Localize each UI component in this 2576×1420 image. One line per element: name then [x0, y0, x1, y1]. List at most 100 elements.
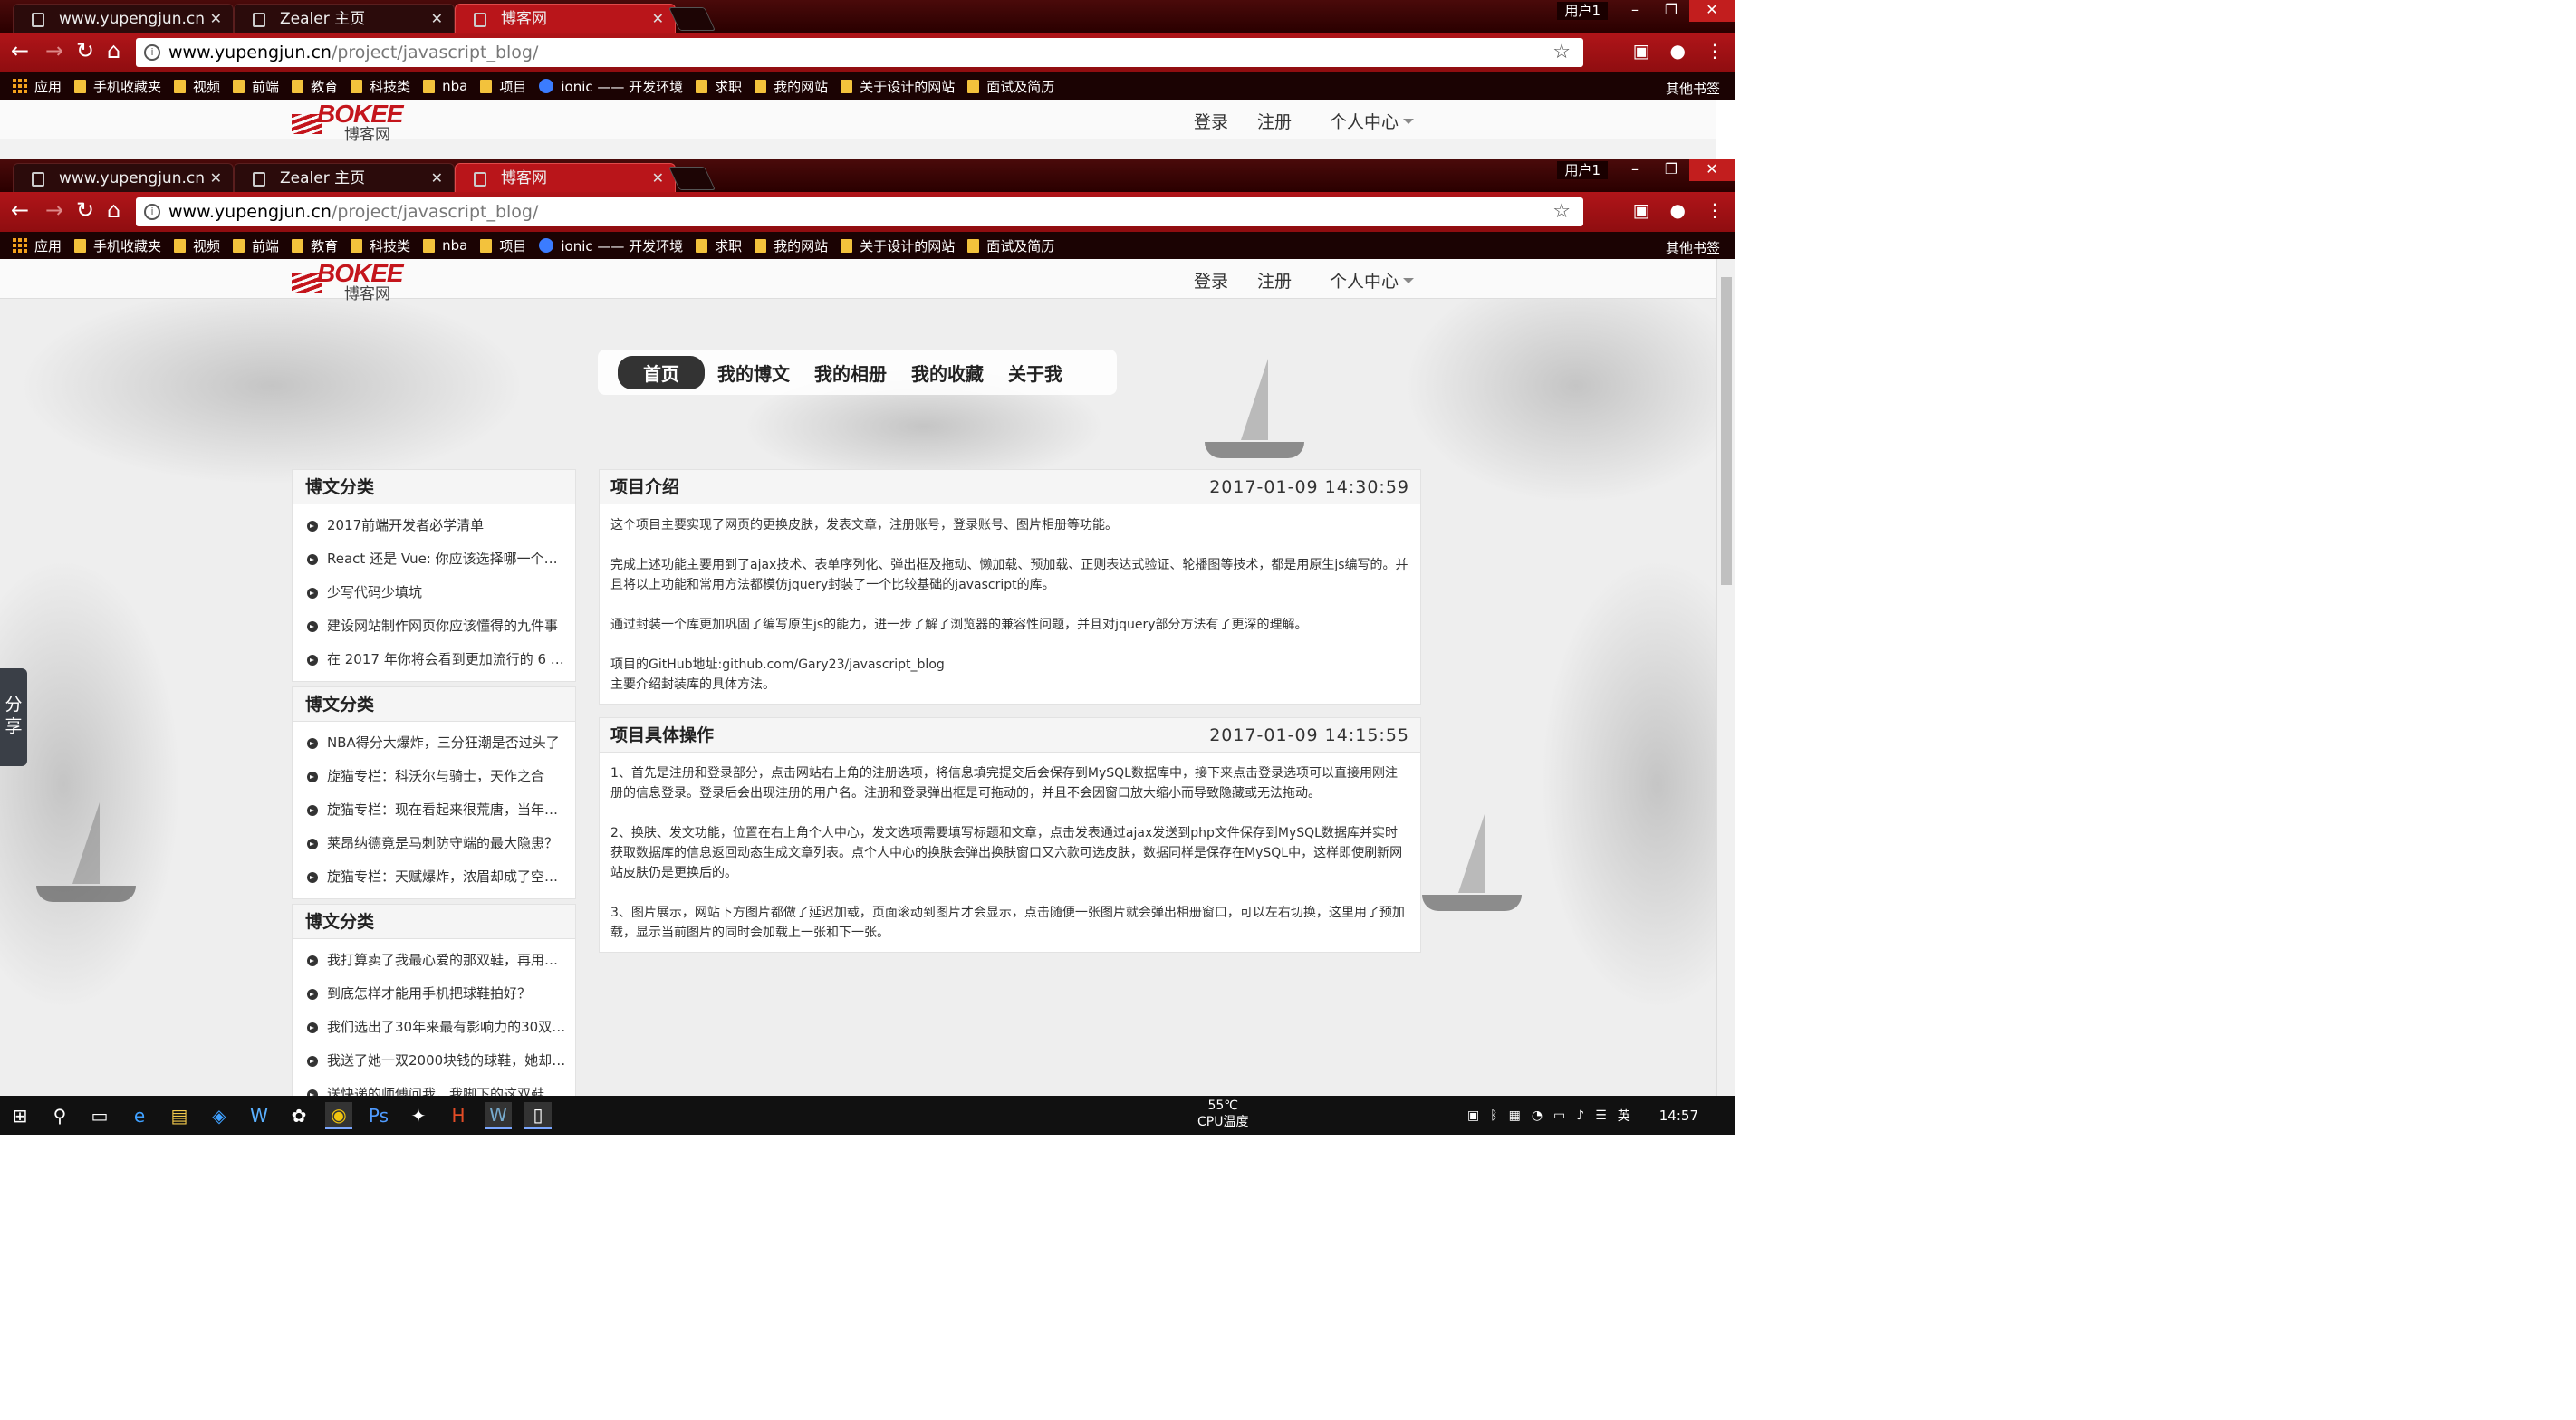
bookmark-label: 手机收藏夹: [93, 78, 162, 95]
tab-yupengjun[interactable]: www.yupengjun.cn ✕: [13, 163, 234, 192]
tab-label: www.yupengjun.cn: [59, 169, 206, 187]
share-button[interactable]: 分享: [0, 668, 27, 766]
folder-icon: [423, 79, 436, 93]
close-icon: ✕: [430, 10, 443, 27]
personal-center-menu[interactable]: 个人中心: [1330, 268, 1415, 293]
reload-button[interactable]: ↻: [76, 199, 94, 221]
user-profile-button[interactable]: 用户1: [1557, 161, 1608, 179]
extension-icon: ▣: [1632, 40, 1650, 62]
sidebar-link[interactable]: 在 2017 年你将会看到更加流行的 6 大趋势: [293, 643, 575, 676]
scrollbar-thumb[interactable]: [1721, 277, 1732, 585]
bookmark-folder[interactable]: 项目: [480, 236, 526, 255]
notification-icon[interactable]: ☰: [1595, 1108, 1607, 1123]
bookmark-folder[interactable]: 关于设计的网站: [841, 236, 955, 255]
other-bookmarks[interactable]: 其他书签: [1666, 238, 1720, 257]
edge-icon[interactable]: e: [126, 1102, 153, 1129]
store-icon[interactable]: ◈: [206, 1102, 233, 1129]
tray-app-icon[interactable]: ▣: [1467, 1108, 1479, 1123]
tab-blog[interactable]: 博客网 ✕: [455, 163, 676, 192]
sidebar-link[interactable]: 旋猫专栏：科沃尔与骑士，天作之合: [293, 760, 575, 793]
sidebar-link[interactable]: 2017前端开发者必学清单: [293, 509, 575, 542]
restore-button[interactable]: ❐: [1653, 159, 1689, 181]
bookmark-folder[interactable]: nba: [423, 237, 467, 254]
notepad-icon[interactable]: ▯: [524, 1101, 552, 1129]
ws-icon[interactable]: W: [245, 1102, 273, 1129]
sidebar-link[interactable]: 我送了她一双2000块钱的球鞋，她却说不如没有: [293, 1044, 575, 1078]
sidebar-link[interactable]: 我们选出了30年来最有影响力的30双球鞋: [293, 1011, 575, 1044]
window-close-button[interactable]: ✕: [1689, 159, 1735, 181]
bookmark-folder[interactable]: 教育: [292, 236, 338, 255]
app-icon[interactable]: ✿: [285, 1102, 312, 1129]
extension-icon[interactable]: ●: [1670, 199, 1686, 221]
close-icon[interactable]: ✕: [431, 164, 443, 192]
info-icon[interactable]: i: [144, 204, 160, 220]
close-icon[interactable]: ✕: [652, 164, 664, 192]
menu-icon[interactable]: ⋮: [1706, 199, 1724, 221]
home-button[interactable]: ⌂: [107, 199, 120, 221]
file-explorer-icon[interactable]: ▤: [166, 1102, 193, 1129]
chrome-icon[interactable]: ◉: [325, 1101, 352, 1129]
clock[interactable]: 14:57: [1659, 1108, 1698, 1124]
bookmark-folder[interactable]: 前端: [233, 236, 279, 255]
start-icon[interactable]: ⊞: [6, 1102, 34, 1129]
volume-icon[interactable]: ♪: [1576, 1108, 1584, 1123]
tray-app-icon[interactable]: ▦: [1509, 1108, 1521, 1123]
photoshop-icon[interactable]: Ps: [365, 1102, 392, 1129]
bookmark-folder[interactable]: 面试及简历: [967, 236, 1054, 255]
tab-zealer[interactable]: Zealer 主页 ✕: [234, 163, 455, 192]
sidebar-link[interactable]: 我打算卖了我最心爱的那双鞋，再用这笔钱买下它: [293, 944, 575, 977]
minimize-button[interactable]: –: [1617, 159, 1653, 181]
page-scrollbar[interactable]: [1716, 259, 1735, 1096]
forward-button[interactable]: →: [45, 199, 63, 221]
bookmark-folder[interactable]: 手机收藏夹: [74, 236, 161, 255]
sidebar-link[interactable]: 旋猫专栏：天赋爆炸，浓眉却成了空架子: [293, 860, 575, 894]
address-bar[interactable]: i www.yupengjun.cn/project/javascript_blo…: [136, 197, 1583, 226]
bookmark-folder[interactable]: 求职: [696, 236, 742, 255]
ghost-titlebar: www.yupengjun.cn ✕ Zealer 主页 ✕ 博客网 ✕ 用户1 – ❐…: [0, 0, 1735, 33]
bookmark-star-icon[interactable]: ☆: [1552, 197, 1571, 226]
ghost-tab: 博客网 ✕: [455, 4, 676, 33]
bookmark-folder[interactable]: 视频: [174, 236, 220, 255]
webstorm-icon[interactable]: W: [485, 1101, 512, 1129]
sidebar-link[interactable]: 莱昂纳德竟是马刺防守端的最大隐患？: [293, 827, 575, 860]
background-mountain: [1404, 268, 1716, 504]
nav-home[interactable]: 首页: [618, 355, 705, 389]
bluetooth-icon[interactable]: ᛒ: [1490, 1108, 1497, 1123]
battery-icon[interactable]: ▭: [1553, 1108, 1565, 1123]
close-icon[interactable]: ✕: [210, 164, 222, 192]
nav-my-favorites[interactable]: 我的收藏: [911, 360, 984, 386]
folder-icon: [351, 238, 363, 253]
folder-icon: [696, 79, 708, 93]
article-body: 这个项目主要实现了网页的更换皮肤，发表文章，注册账号，登录账号、图片相册等功能。…: [600, 504, 1420, 704]
hbuilder-icon[interactable]: H: [445, 1102, 472, 1129]
network-icon[interactable]: ◔: [1532, 1108, 1543, 1123]
sidebar-link[interactable]: React 还是 Vue: 你应该选择哪一个Web前端框架: [293, 542, 575, 576]
nav-about-me[interactable]: 关于我: [1008, 360, 1062, 386]
login-link[interactable]: 登录: [1194, 268, 1228, 293]
sidebar-link[interactable]: NBA得分大爆炸，三分狂潮是否过头了: [293, 726, 575, 760]
search-icon[interactable]: ⚲: [46, 1102, 73, 1129]
bookmark-label: 应用: [34, 78, 62, 95]
sidebar-link[interactable]: 少写代码少填坑: [293, 576, 575, 609]
sidebar-link[interactable]: 送快递的师傅问我，我脚下的这双鞋是不是假的: [293, 1078, 575, 1096]
app-icon[interactable]: ✦: [405, 1102, 432, 1129]
bookmarks-bar: 应用 手机收藏夹 视频 前端 教育 科技类 nba 项目 ionic —— 开发…: [0, 232, 1735, 259]
nav-my-album[interactable]: 我的相册: [814, 360, 887, 386]
bookmark-folder[interactable]: 科技类: [351, 236, 410, 255]
bookmark-apps[interactable]: 应用: [13, 236, 62, 255]
nav-my-posts[interactable]: 我的博文: [717, 360, 790, 386]
back-button[interactable]: ←: [11, 199, 29, 221]
article-title[interactable]: 项目介绍: [610, 470, 679, 504]
sidebar-link[interactable]: 到底怎样才能用手机把球鞋拍好？: [293, 977, 575, 1011]
sidebar-link[interactable]: 建设网站制作网页你应该懂得的九件事: [293, 609, 575, 643]
task-view-icon[interactable]: ▭: [86, 1102, 113, 1129]
bookmark-label: 求职: [715, 78, 743, 95]
bookmark-ionic[interactable]: ionic —— 开发环境: [539, 236, 683, 255]
site-logo[interactable]: BOKEE 博客网: [292, 259, 409, 303]
sidebar-link[interactable]: 旋猫专栏：现在看起来很荒唐，当年却被奉为经典: [293, 793, 575, 827]
article-title[interactable]: 项目具体操作: [610, 718, 714, 753]
bookmark-folder[interactable]: 我的网站: [755, 236, 828, 255]
ime-indicator[interactable]: 英: [1618, 1107, 1630, 1125]
extension-icon[interactable]: ▣: [1633, 199, 1650, 221]
register-link[interactable]: 注册: [1257, 268, 1292, 293]
